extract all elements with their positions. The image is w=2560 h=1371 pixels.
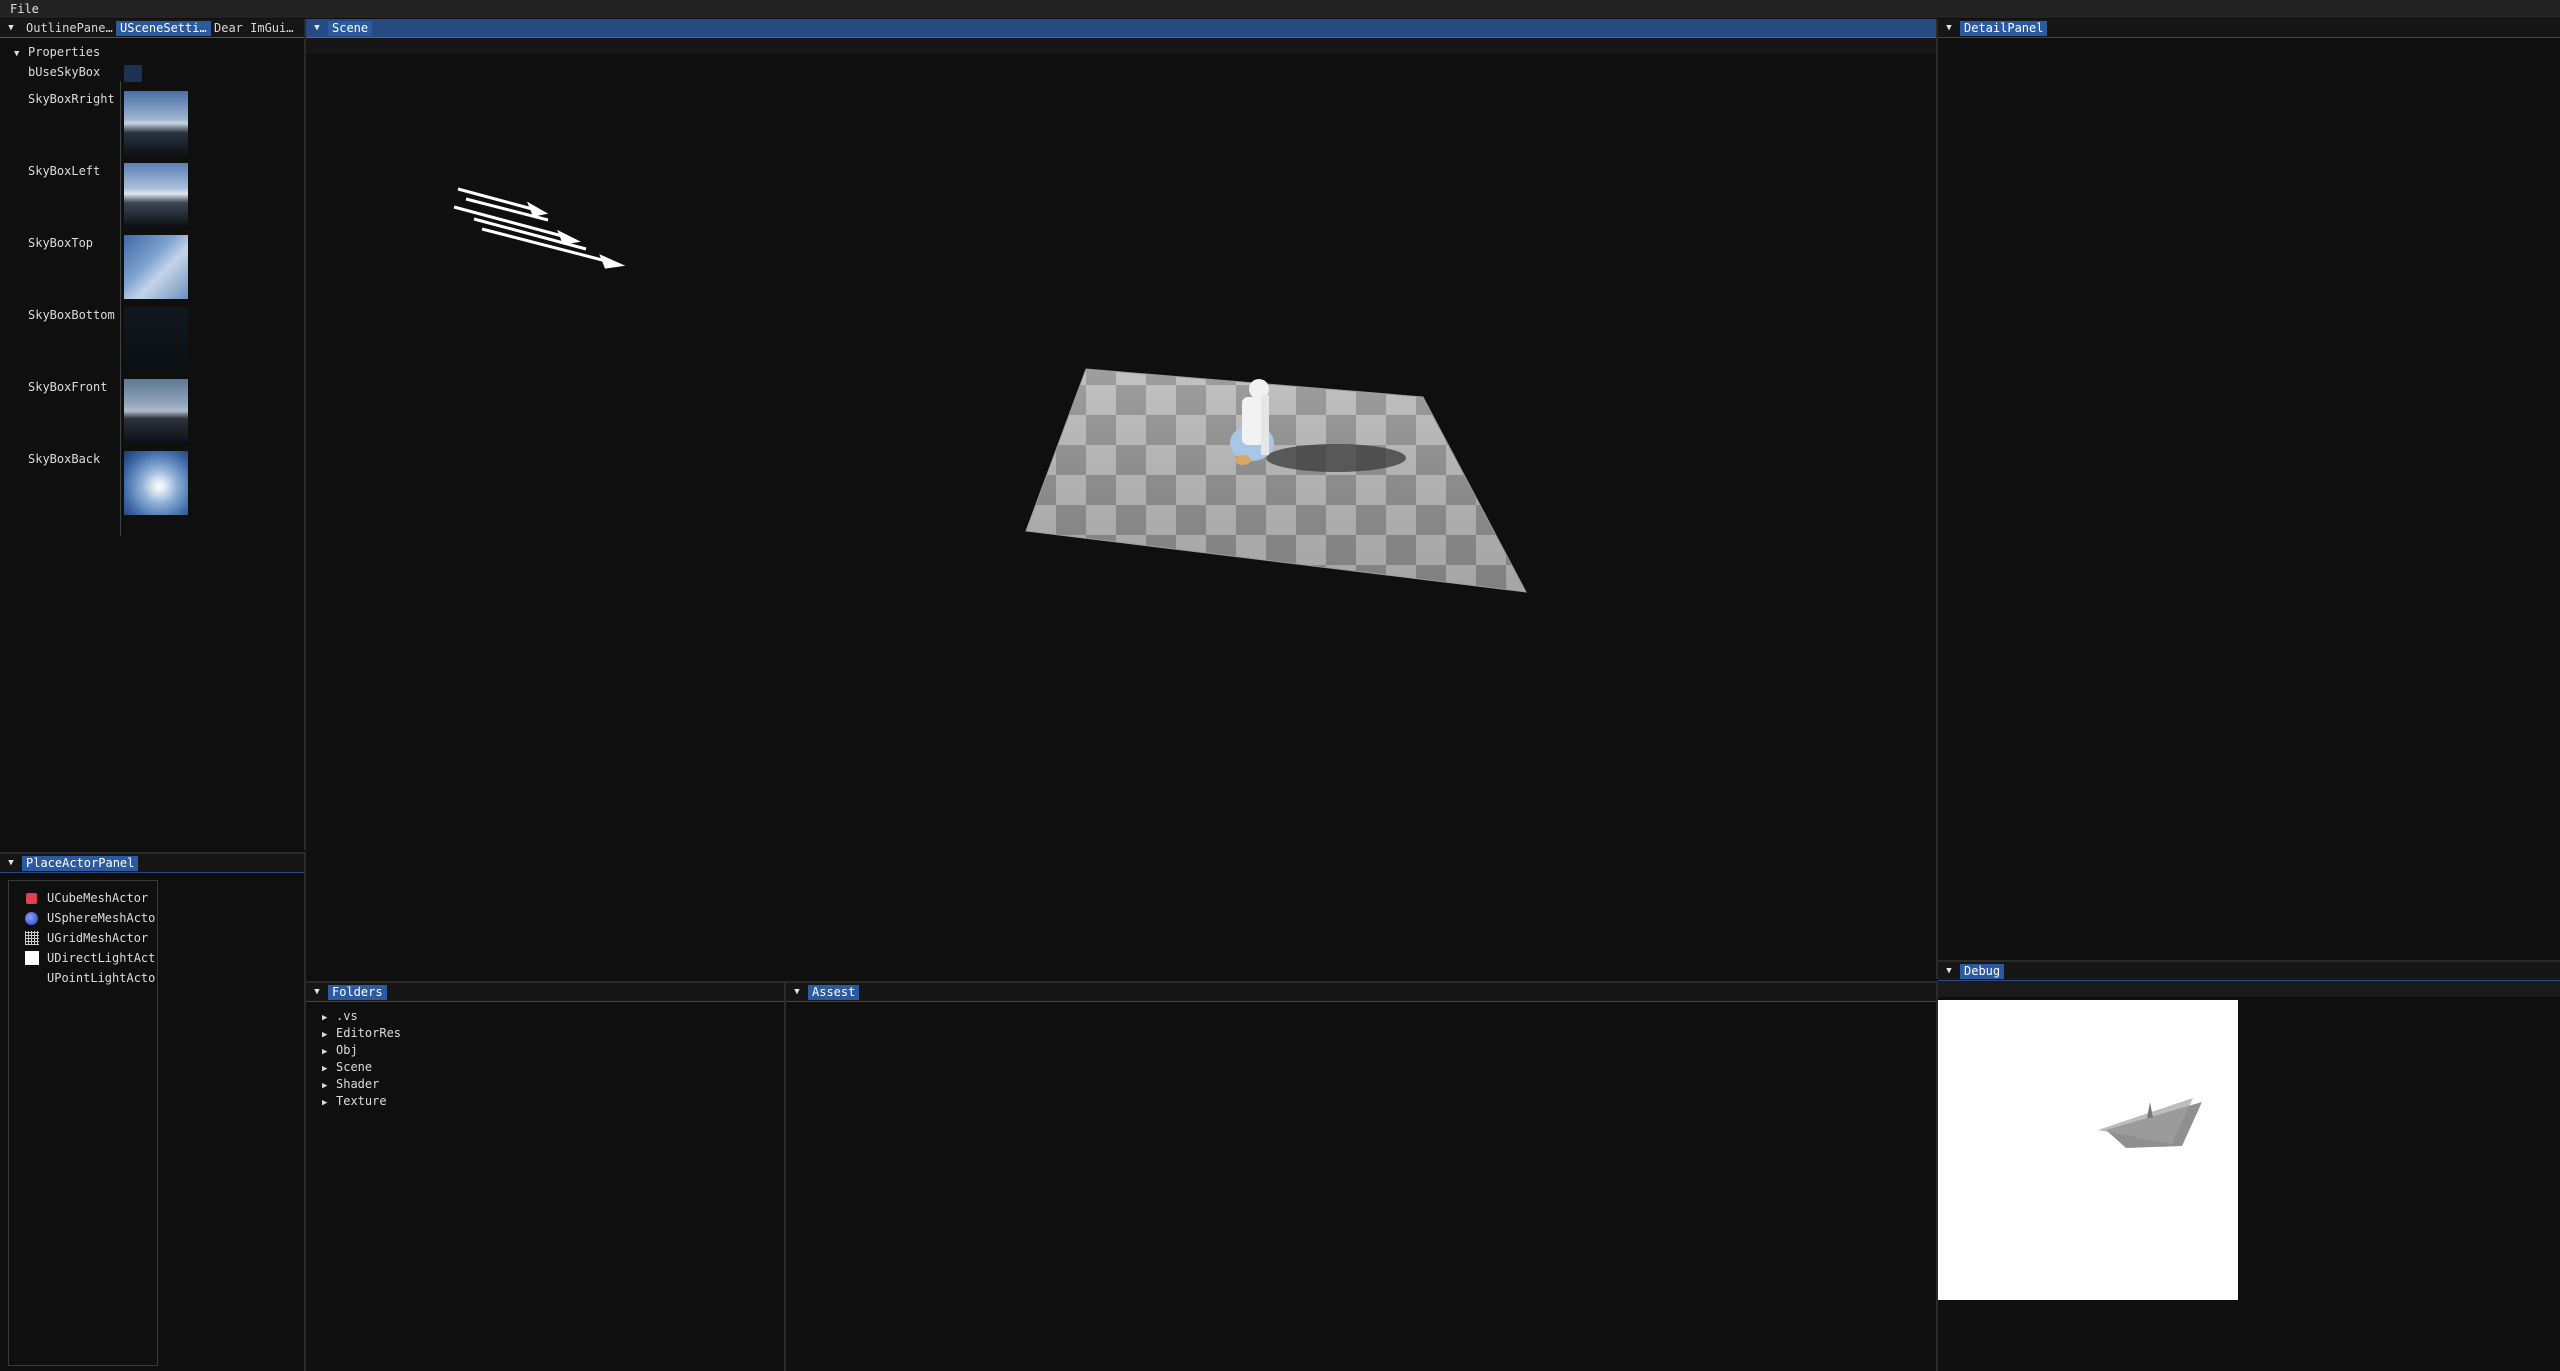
properties-label: Properties xyxy=(28,45,101,59)
direct-light-gizmo xyxy=(453,187,626,269)
point-light-icon xyxy=(25,971,39,985)
skybox-front-label: SkyBoxFront xyxy=(28,380,108,394)
tab-dear-imgui[interactable]: Dear ImGui… xyxy=(210,21,297,36)
collapse-icon[interactable]: ▼ xyxy=(1942,964,1956,978)
assets-panel: ▼ Assest xyxy=(786,981,1938,1371)
scene-viewport[interactable] xyxy=(306,55,1936,979)
skybox-front-texture[interactable] xyxy=(124,379,188,443)
collapse-icon[interactable]: ▼ xyxy=(310,985,324,999)
folder-item[interactable]: ▶ .vs xyxy=(322,1009,358,1023)
skybox-back-texture[interactable] xyxy=(124,451,188,515)
menu-bar: File xyxy=(0,0,2560,18)
actor-item-grid[interactable]: UGridMeshActor xyxy=(25,931,153,947)
skybox-back-label: SkyBoxBack xyxy=(28,452,101,466)
skybox-bottom-texture[interactable] xyxy=(124,307,188,371)
scene-toolbar xyxy=(306,38,1936,54)
tab-scene-settings[interactable]: USceneSetti… xyxy=(116,21,211,36)
folder-item[interactable]: ▶ EditorRes xyxy=(322,1026,401,1040)
folders-tabbar: ▼ Folders xyxy=(306,983,784,1002)
skybox-left-texture[interactable] xyxy=(124,163,188,227)
place-actor-panel: ▼ PlaceActorPanel UCubeMeshActor USphere… xyxy=(0,852,306,1371)
scene-settings-panel: ▼ OutlinePane… USceneSetti… Dear ImGui… … xyxy=(0,19,306,850)
actor-item-point-light[interactable]: UPointLightActo xyxy=(25,971,155,987)
skybox-right-texture[interactable] xyxy=(124,91,188,155)
detail-panel: ▼ DetailPanel xyxy=(1938,19,2560,959)
collapse-icon[interactable]: ▼ xyxy=(4,21,18,35)
character-shadow xyxy=(1266,444,1406,472)
skybox-top-label: SkyBoxTop xyxy=(28,236,94,250)
expand-arrow-icon: ▶ xyxy=(322,1064,328,1074)
grid-floor xyxy=(1025,368,1527,593)
expand-arrow-icon: ▼ xyxy=(14,49,20,59)
collapse-icon[interactable]: ▼ xyxy=(790,985,804,999)
collapse-icon[interactable]: ▼ xyxy=(1942,21,1956,35)
scene-title[interactable]: Scene xyxy=(328,21,373,36)
folder-item[interactable]: ▶ Scene xyxy=(322,1060,372,1074)
skybox-left-label: SkyBoxLeft xyxy=(28,164,101,178)
detail-title[interactable]: DetailPanel xyxy=(1960,21,2048,36)
tab-outline-panel[interactable]: OutlinePane… xyxy=(22,21,117,36)
properties-header[interactable]: ▼ Properties xyxy=(14,45,100,59)
use-skybox-label: bUseSkyBox xyxy=(28,65,101,79)
debug-panel: ▼ Debug xyxy=(1938,960,2560,1371)
actor-item-cube[interactable]: UCubeMeshActor xyxy=(25,891,153,907)
actor-item-sphere[interactable]: USphereMeshActo xyxy=(25,911,155,927)
debug-tabbar: ▼ Debug xyxy=(1938,962,2560,981)
scene-tabbar: ▼ Scene xyxy=(306,19,1936,38)
actor-item-direct-light[interactable]: UDirectLightAct xyxy=(25,951,155,967)
skybox-bottom-label: SkyBoxBottom xyxy=(28,308,115,322)
light-icon xyxy=(25,951,39,965)
folder-item[interactable]: ▶ Texture xyxy=(322,1094,387,1108)
actor-list: UCubeMeshActor USphereMeshActo UGridMesh… xyxy=(8,880,158,1366)
expand-arrow-icon: ▶ xyxy=(322,1098,328,1108)
assets-title[interactable]: Assest xyxy=(808,985,860,1000)
collapse-icon[interactable]: ▼ xyxy=(4,856,18,870)
debug-depth-view xyxy=(1938,1000,2238,1300)
expand-arrow-icon: ▶ xyxy=(322,1030,328,1040)
expand-arrow-icon: ▶ xyxy=(322,1047,328,1057)
detail-tabbar: ▼ DetailPanel xyxy=(1938,19,2560,38)
folders-panel: ▼ Folders ▶ .vs ▶ EditorRes ▶ Obj ▶ Scene ▶ S… xyxy=(306,981,786,1371)
scene-panel: ▼ Scene xyxy=(306,19,1938,979)
expand-arrow-icon: ▶ xyxy=(322,1013,328,1023)
debug-title[interactable]: Debug xyxy=(1960,964,2005,979)
place-actor-title[interactable]: PlaceActorPanel xyxy=(22,856,139,871)
folder-item[interactable]: ▶ Obj xyxy=(322,1043,358,1057)
left-panel-tabbar: ▼ OutlinePane… USceneSetti… Dear ImGui… xyxy=(0,19,304,38)
grid-icon xyxy=(25,931,39,945)
debug-toolbar xyxy=(1938,981,2560,997)
folders-title[interactable]: Folders xyxy=(328,985,387,1000)
skybox-right-label: SkyBoxRright xyxy=(28,92,115,106)
file-menu[interactable]: File xyxy=(10,2,39,16)
collapse-icon[interactable]: ▼ xyxy=(310,21,324,35)
place-actor-tabbar: ▼ PlaceActorPanel xyxy=(0,854,304,873)
folder-item[interactable]: ▶ Shader xyxy=(322,1077,379,1091)
use-skybox-checkbox[interactable] xyxy=(124,65,142,82)
sphere-icon xyxy=(25,912,38,925)
column-divider xyxy=(120,81,121,536)
expand-arrow-icon: ▶ xyxy=(322,1081,328,1091)
skybox-top-texture[interactable] xyxy=(124,235,188,299)
cube-icon xyxy=(26,893,37,904)
assets-tabbar: ▼ Assest xyxy=(786,983,1936,1002)
